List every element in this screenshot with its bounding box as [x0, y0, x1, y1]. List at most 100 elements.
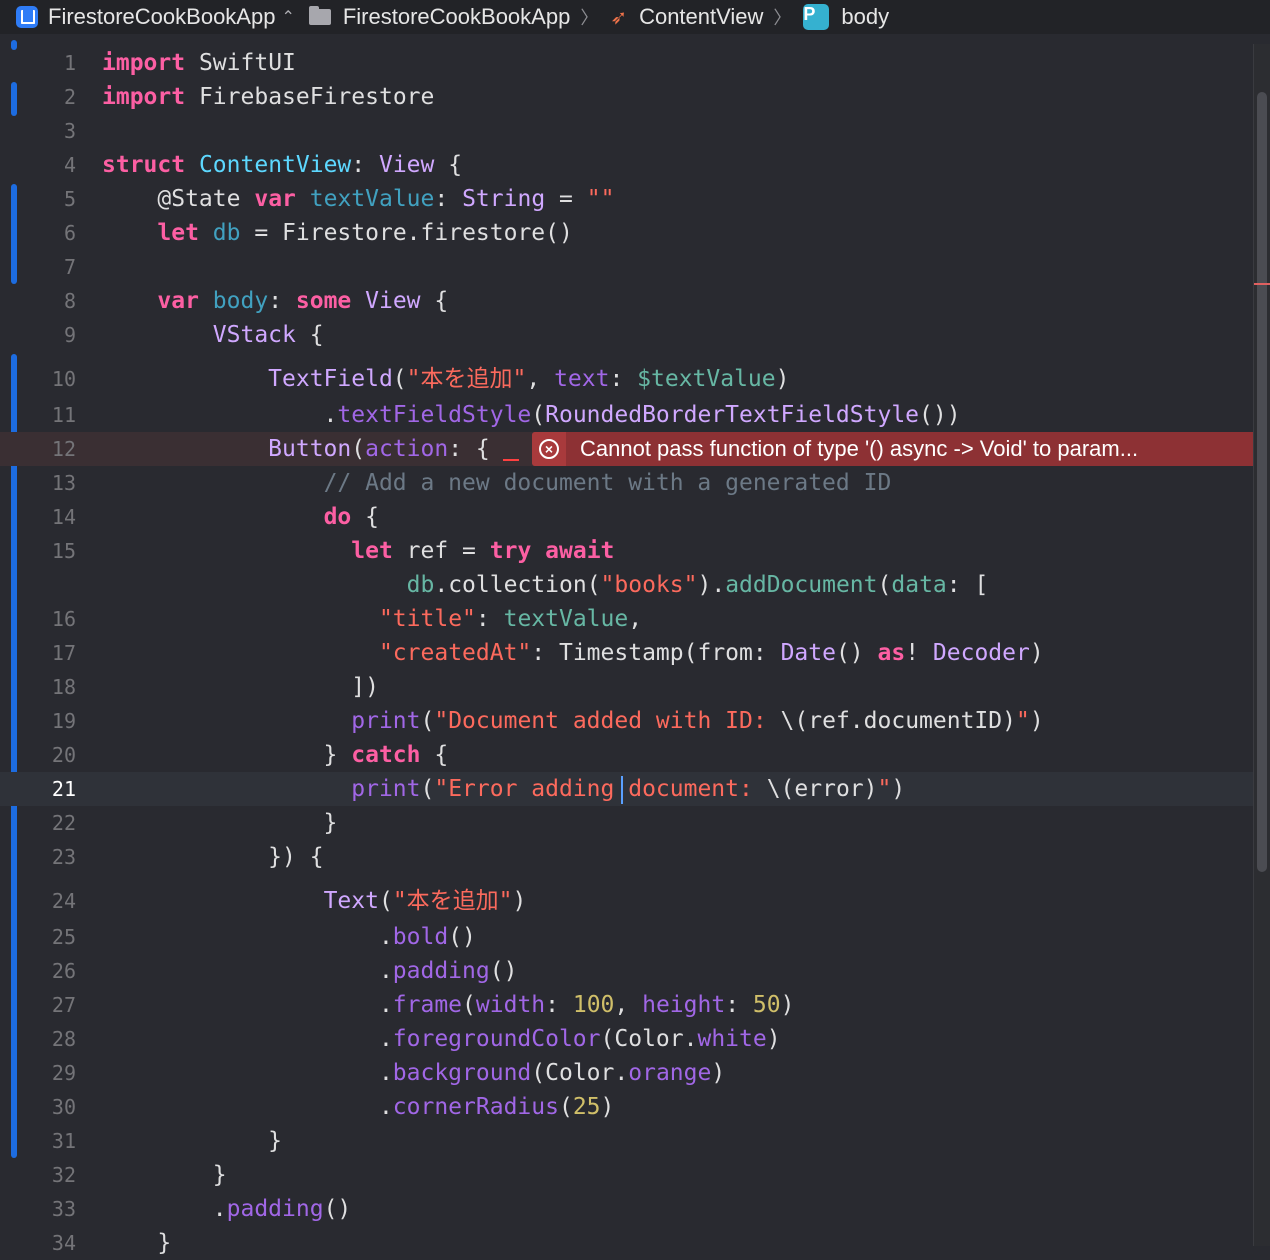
code-line[interactable]: 13 // Add a new document with a generate…: [0, 466, 1254, 500]
chevron-up-down-icon: ⌃: [281, 9, 295, 26]
scrollbar-thumb[interactable]: [1257, 92, 1267, 872]
line-number: 11: [51, 403, 76, 427]
code-line[interactable]: 11 .textFieldStyle(RoundedBorderTextFiel…: [0, 398, 1254, 432]
code-text: .cornerRadius(25): [102, 1094, 615, 1120]
scheme-selector[interactable]: FirestoreCookBookApp ⌃: [0, 0, 309, 34]
error-squiggle: [503, 459, 519, 461]
code-text: "createdAt": Timestamp(from: Date() as! …: [378, 640, 1044, 666]
code-line[interactable]: 3: [0, 114, 1254, 148]
line-number: 9: [63, 323, 76, 347]
code-text: import FirebaseFirestore: [102, 84, 435, 110]
property-icon: P: [803, 4, 830, 30]
code-text: .padding(): [102, 958, 518, 984]
line-number: 23: [51, 845, 76, 869]
breadcrumb-symbol[interactable]: P body: [803, 0, 889, 34]
app-icon: [16, 6, 38, 28]
line-number: 22: [51, 811, 76, 835]
code-text: @State var textValue: String = "": [157, 186, 615, 212]
code-text: }: [102, 1162, 227, 1188]
code-text: let ref = try await: [351, 538, 615, 564]
code-line-current[interactable]: 21 print("Error adding document: \(error…: [0, 772, 1254, 806]
code-text: print("Error adding document: \(error)"): [351, 776, 906, 802]
line-number: 21: [51, 777, 76, 801]
source-editor[interactable]: 1 import SwiftUI 2 import FirebaseFirest…: [0, 40, 1254, 1256]
error-icon[interactable]: ×: [532, 432, 566, 466]
line-number: 3: [63, 119, 76, 143]
code-line[interactable]: 22 }: [0, 806, 1254, 840]
text-cursor: [621, 776, 623, 804]
code-text: VStack {: [212, 322, 324, 348]
code-text: .bold(): [102, 924, 476, 950]
error-message: Cannot pass function of type '() async -…: [580, 436, 1139, 461]
code-text: let db = Firestore.firestore(): [157, 220, 573, 246]
jump-bar: FirestoreCookBookApp ⌃ FirestoreCookBook…: [0, 0, 1270, 34]
code-line[interactable]: 19 print("Document added with ID: \(ref.…: [0, 704, 1254, 738]
line-number: 24: [51, 889, 76, 913]
code-line[interactable]: 20 } catch {: [0, 738, 1254, 772]
scrollbar-error-marker[interactable]: [1254, 283, 1270, 285]
code-line[interactable]: 18 ]): [0, 670, 1254, 704]
line-number: 29: [51, 1061, 76, 1085]
line-number: 4: [63, 153, 76, 177]
code-line[interactable]: 7: [0, 250, 1254, 284]
line-number: 27: [51, 993, 76, 1017]
code-line[interactable]: 23 }) {: [0, 840, 1254, 874]
code-line[interactable]: 31 }: [0, 1124, 1254, 1158]
code-line[interactable]: 5 @State var textValue: String = "": [0, 182, 1254, 216]
code-line[interactable]: 30 .cornerRadius(25): [0, 1090, 1254, 1124]
line-number: 10: [51, 367, 76, 391]
chevron-right-icon: 〉: [580, 8, 599, 28]
scheme-label: FirestoreCookBookApp: [48, 4, 276, 29]
breadcrumb-project[interactable]: FirestoreCookBookApp 〉: [308, 0, 610, 34]
code-line[interactable]: 27 .frame(width: 100, height: 50): [0, 988, 1254, 1022]
line-number: 28: [51, 1027, 76, 1051]
error-banner[interactable]: × Cannot pass function of type '() async…: [532, 432, 1256, 466]
code-text: var body: some View {: [157, 288, 449, 314]
code-text: .frame(width: 100, height: 50): [102, 992, 795, 1018]
line-number: 8: [63, 289, 76, 313]
line-number: 2: [63, 85, 76, 109]
chevron-right-icon: 〉: [773, 8, 792, 28]
line-number: 31: [51, 1129, 76, 1153]
vertical-scrollbar[interactable]: [1253, 44, 1270, 1246]
code-text: Button(action: {: [268, 436, 490, 462]
code-line[interactable]: 32 }: [0, 1158, 1254, 1192]
code-text: .background(Color.orange): [102, 1060, 726, 1086]
breadcrumb-file[interactable]: ➶ ContentView 〉: [610, 0, 803, 34]
code-line[interactable]: 28 .foregroundColor(Color.white): [0, 1022, 1254, 1056]
line-number: 17: [51, 641, 76, 665]
code-text: .padding(): [102, 1196, 352, 1222]
code-text: db.collection("books").addDocument(data:…: [406, 572, 989, 598]
line-number: 5: [63, 187, 76, 211]
code-line-wrapped[interactable]: db.collection("books").addDocument(data:…: [0, 568, 1254, 602]
code-line[interactable]: 4 struct ContentView: View {: [0, 148, 1254, 182]
code-text: TextField("本を追加", text: $textValue): [268, 366, 790, 392]
project-label: FirestoreCookBookApp: [342, 4, 571, 29]
line-number: 16: [51, 607, 76, 631]
line-number: 14: [51, 505, 76, 529]
code-line[interactable]: 24 Text("本を追加"): [0, 884, 1254, 918]
code-line[interactable]: 29 .background(Color.orange): [0, 1056, 1254, 1090]
code-text: }: [102, 1128, 283, 1154]
code-line[interactable]: 6 let db = Firestore.firestore(): [0, 216, 1254, 250]
code-line[interactable]: 25 .bold(): [0, 920, 1254, 954]
code-line[interactable]: 2 import FirebaseFirestore: [0, 80, 1254, 114]
code-line[interactable]: 9 VStack {: [0, 318, 1254, 352]
code-line[interactable]: 14 do {: [0, 500, 1254, 534]
code-line[interactable]: 34 }: [0, 1226, 1254, 1260]
line-number: 7: [63, 255, 76, 279]
code-line[interactable]: 10 TextField("本を追加", text: $textValue): [0, 362, 1254, 396]
line-number: 32: [51, 1163, 76, 1187]
code-line[interactable]: 16 "title": textValue,: [0, 602, 1254, 636]
code-line[interactable]: 15 let ref = try await: [0, 534, 1254, 568]
code-line[interactable]: 1 import SwiftUI: [0, 46, 1254, 80]
code-line[interactable]: 33 .padding(): [0, 1192, 1254, 1226]
code-line[interactable]: 17 "createdAt": Timestamp(from: Date() a…: [0, 636, 1254, 670]
line-number: 25: [51, 925, 76, 949]
code-line[interactable]: 26 .padding(): [0, 954, 1254, 988]
line-number: 19: [51, 709, 76, 733]
code-line[interactable]: 8 var body: some View {: [0, 284, 1254, 318]
folder-icon: [308, 6, 331, 25]
symbol-label: body: [841, 4, 890, 29]
code-text: // Add a new document with a generated I…: [323, 470, 892, 496]
